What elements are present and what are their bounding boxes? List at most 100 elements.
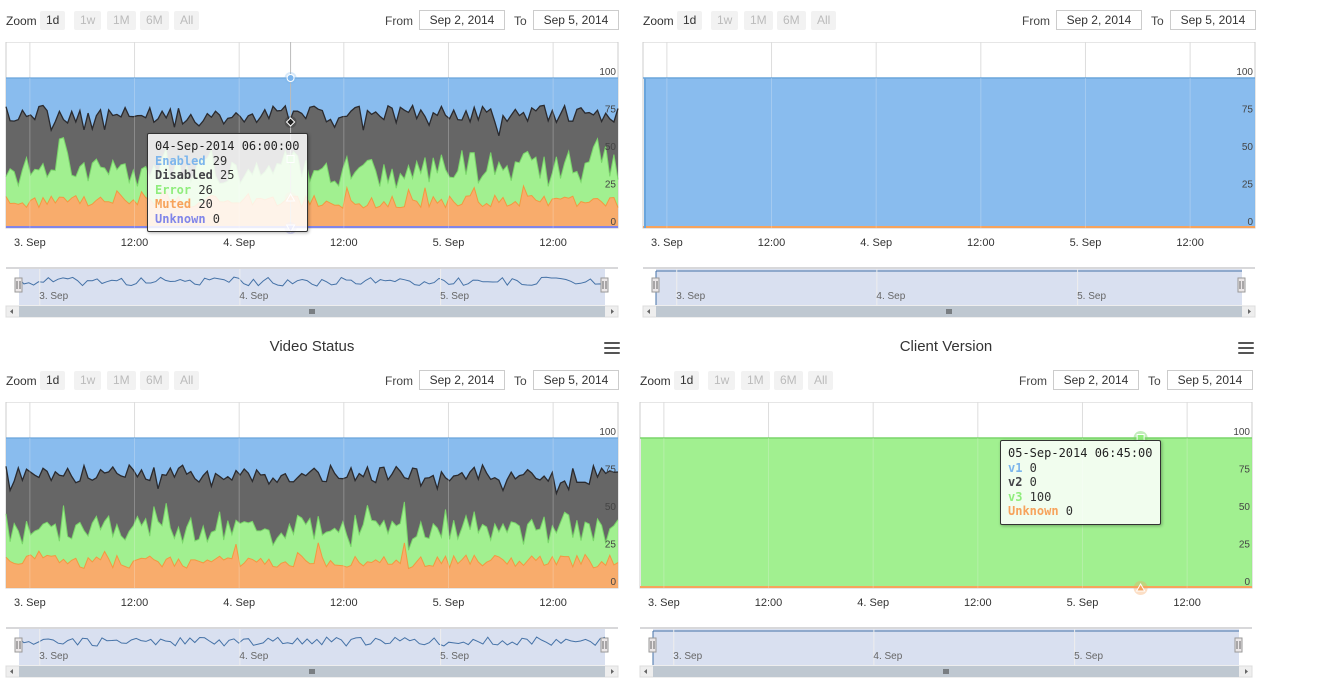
hamburger-menu-icon[interactable]: [1238, 342, 1254, 354]
y-tick-label: 75: [1239, 465, 1251, 476]
y-tick-label: 75: [605, 465, 617, 476]
to-date-input[interactable]: Sep 5, 2014: [1170, 10, 1256, 30]
y-tick-label: 100: [1233, 427, 1250, 438]
navigator-tick-label: 5. Sep: [1077, 291, 1106, 302]
zoom-button-1w[interactable]: 1w: [74, 371, 102, 390]
zoom-button-6m[interactable]: 6M: [140, 371, 169, 390]
chart-svg: 0 25 50 75 100 3. Sep 12:00 4. Sep 12:00 5. Sep 12…: [639, 402, 1253, 678]
tooltip-series-name: Disabled: [155, 168, 213, 182]
zoom-button-all[interactable]: All: [174, 11, 200, 30]
to-date-input[interactable]: Sep 5, 2014: [533, 370, 619, 390]
zoom-button-1w[interactable]: 1w: [74, 11, 102, 30]
y-tick-label: 25: [605, 540, 617, 551]
zoom-button-6m[interactable]: 6M: [140, 11, 169, 30]
zoom-button-all[interactable]: All: [811, 11, 837, 30]
to-label: To: [514, 14, 527, 28]
y-tick-label: 50: [605, 142, 617, 153]
y-tick-label: 25: [1239, 540, 1251, 551]
tooltip-row: v1 0: [1008, 461, 1153, 476]
zoom-button-all[interactable]: All: [174, 371, 200, 390]
x-tick-label: 12:00: [755, 597, 783, 609]
x-tick-label: 5. Sep: [1067, 597, 1099, 609]
tooltip-series-name: Muted: [155, 197, 192, 211]
x-tick-label: 4. Sep: [857, 597, 889, 609]
range-selector: Zoom 1d 1w 1M 6M All From Sep 2, 2014 To Sep 5, 2…: [638, 370, 1254, 392]
x-tick-label: 12:00: [967, 237, 995, 249]
zoom-button-1m[interactable]: 1M: [744, 11, 773, 30]
zoom-button-1m[interactable]: 1M: [741, 371, 770, 390]
navigator-tick-label: 4. Sep: [873, 651, 902, 662]
to-date-input[interactable]: Sep 5, 2014: [533, 10, 619, 30]
tooltip-series-value: 26: [191, 182, 213, 197]
zoom-button-1d[interactable]: 1d: [40, 11, 66, 30]
zoom-button-1m[interactable]: 1M: [107, 371, 136, 390]
navigator-tick-label: 3. Sep: [673, 651, 702, 662]
navigator-handle-left[interactable]: [14, 277, 23, 293]
zoom-button-6m[interactable]: 6M: [777, 11, 806, 30]
x-tick-label: 5. Sep: [433, 237, 465, 249]
navigator-tick-label: 5. Sep: [440, 651, 469, 662]
tooltip-series-value: 29: [205, 153, 228, 168]
zoom-label: Zoom: [640, 374, 671, 388]
navigator-tick-label: 3. Sep: [39, 291, 68, 302]
navigator-mask[interactable]: [656, 269, 1242, 305]
tooltip-row: Disabled 25: [155, 168, 300, 183]
from-label: From: [385, 14, 413, 28]
navigator-handle-right[interactable]: [1237, 277, 1246, 293]
from-date-input[interactable]: Sep 2, 2014: [419, 370, 505, 390]
chart-svg: 0 25 50 75 100 3. Sep 12:00 4. Sep 12:00 5. Sep 12…: [642, 42, 1256, 318]
tooltip-row: Enabled 29: [155, 154, 300, 169]
x-tick-label: 12:00: [121, 597, 149, 609]
from-date-input[interactable]: Sep 2, 2014: [1056, 10, 1142, 30]
tooltip-series-value: 0: [1022, 460, 1037, 475]
navigator-handle-right[interactable]: [600, 637, 609, 653]
x-tick-label: 3. Sep: [648, 597, 680, 609]
y-tick-label: 75: [1242, 105, 1254, 116]
range-selector: Zoom 1d 1w 1M 6M All From Sep 2, 2014 To Sep 5, 2…: [4, 10, 620, 32]
x-tick-label: 3. Sep: [14, 237, 46, 249]
tooltip-row: Error 26: [155, 183, 300, 198]
tooltip-row: Muted 20: [155, 197, 300, 212]
tooltip-time: 04-Sep-2014 06:00:00: [155, 139, 300, 153]
navigator-handle-right[interactable]: [600, 277, 609, 293]
zoom-button-1w[interactable]: 1w: [708, 371, 736, 390]
navigator-handle-left[interactable]: [651, 277, 660, 293]
x-tick-label: 12:00: [539, 237, 567, 249]
zoom-button-1d[interactable]: 1d: [40, 371, 66, 390]
y-tick-label: 0: [1247, 217, 1253, 228]
navigator-handle-left[interactable]: [14, 637, 23, 653]
x-tick-label: 12:00: [964, 597, 992, 609]
range-selector: Zoom 1d 1w 1M 6M All From Sep 2, 2014 To Sep 5, 2…: [4, 370, 620, 392]
tooltip: 05-Sep-2014 06:45:00 v1 0 v2 0 v3 100 Unknow…: [1000, 440, 1161, 525]
tooltip-series-value: 25: [212, 168, 235, 182]
navigator-tick-label: 5. Sep: [440, 291, 469, 302]
navigator-handle-left[interactable]: [648, 637, 657, 653]
hamburger-menu-icon[interactable]: [604, 342, 620, 354]
navigator-mask[interactable]: [19, 629, 605, 665]
to-date-input[interactable]: Sep 5, 2014: [1167, 370, 1253, 390]
navigator-tick-label: 4. Sep: [876, 291, 905, 302]
from-date-input[interactable]: Sep 2, 2014: [1053, 370, 1139, 390]
navigator-mask[interactable]: [19, 269, 605, 305]
tooltip-series-value: 0: [1058, 504, 1074, 518]
x-tick-label: 4. Sep: [223, 597, 255, 609]
x-tick-label: 3. Sep: [651, 237, 683, 249]
x-tick-label: 12:00: [330, 597, 358, 609]
zoom-label: Zoom: [643, 14, 674, 28]
y-tick-label: 25: [605, 180, 617, 191]
zoom-button-1d[interactable]: 1d: [677, 11, 703, 30]
from-label: From: [1019, 374, 1047, 388]
navigator-mask[interactable]: [653, 629, 1239, 665]
navigator-handle-right[interactable]: [1234, 637, 1243, 653]
zoom-button-1d[interactable]: 1d: [674, 371, 700, 390]
zoom-button-all[interactable]: All: [808, 371, 834, 390]
from-date-input[interactable]: Sep 2, 2014: [419, 10, 505, 30]
zoom-button-1w[interactable]: 1w: [711, 11, 739, 30]
y-tick-label: 25: [1242, 180, 1254, 191]
y-tick-label: 0: [1244, 577, 1250, 588]
tooltip-time: 05-Sep-2014 06:45:00: [1008, 446, 1153, 460]
zoom-button-6m[interactable]: 6M: [774, 371, 803, 390]
x-tick-label: 12:00: [330, 237, 358, 249]
zoom-button-1m[interactable]: 1M: [107, 11, 136, 30]
series-area-blue: [644, 78, 1255, 228]
